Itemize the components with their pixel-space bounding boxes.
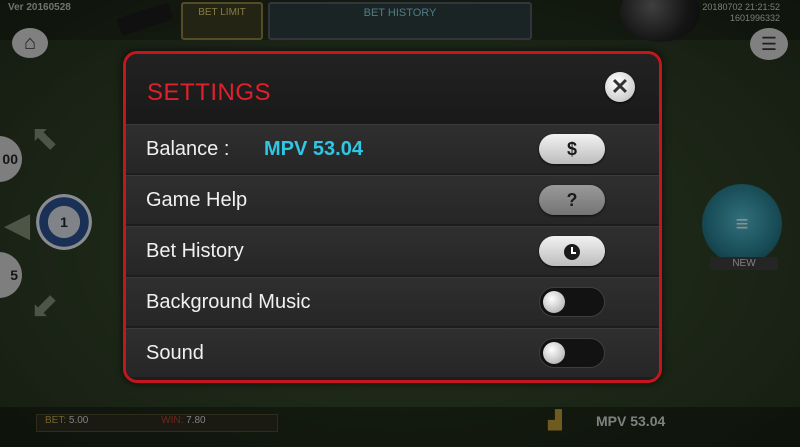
- game-help-label: Game Help: [146, 189, 248, 211]
- settings-row-game-help: Game Help ?: [126, 175, 659, 224]
- sound-label: Sound: [146, 342, 204, 364]
- close-button[interactable]: ✕: [605, 72, 635, 102]
- toggle-knob: [543, 291, 565, 313]
- balance-value: MPV 53.04: [264, 138, 363, 160]
- background-music-label: Background Music: [146, 291, 311, 313]
- balance-label: Balance :: [146, 138, 230, 160]
- settings-row-bet-history: Bet History: [126, 226, 659, 275]
- balance-button[interactable]: $: [539, 134, 605, 164]
- clock-icon: [564, 244, 580, 260]
- bet-history-button[interactable]: [539, 236, 605, 266]
- question-icon: ?: [566, 190, 578, 210]
- settings-row-balance: Balance : MPV 53.04 $: [126, 124, 659, 173]
- sound-toggle[interactable]: [539, 338, 605, 368]
- close-icon: ✕: [610, 74, 630, 99]
- settings-header: SETTINGS ✕: [126, 54, 659, 124]
- settings-title: SETTINGS: [147, 79, 272, 106]
- toggle-knob: [543, 342, 565, 364]
- settings-row-background-music: Background Music: [126, 277, 659, 326]
- game-help-button[interactable]: ?: [539, 185, 605, 215]
- background-music-toggle[interactable]: [539, 287, 605, 317]
- dollar-icon: $: [566, 139, 577, 159]
- settings-row-sound: Sound: [126, 328, 659, 377]
- settings-dialog: SETTINGS ✕ Balance : MPV 53.04 $ Game He…: [123, 51, 662, 383]
- bet-history-label: Bet History: [146, 240, 244, 262]
